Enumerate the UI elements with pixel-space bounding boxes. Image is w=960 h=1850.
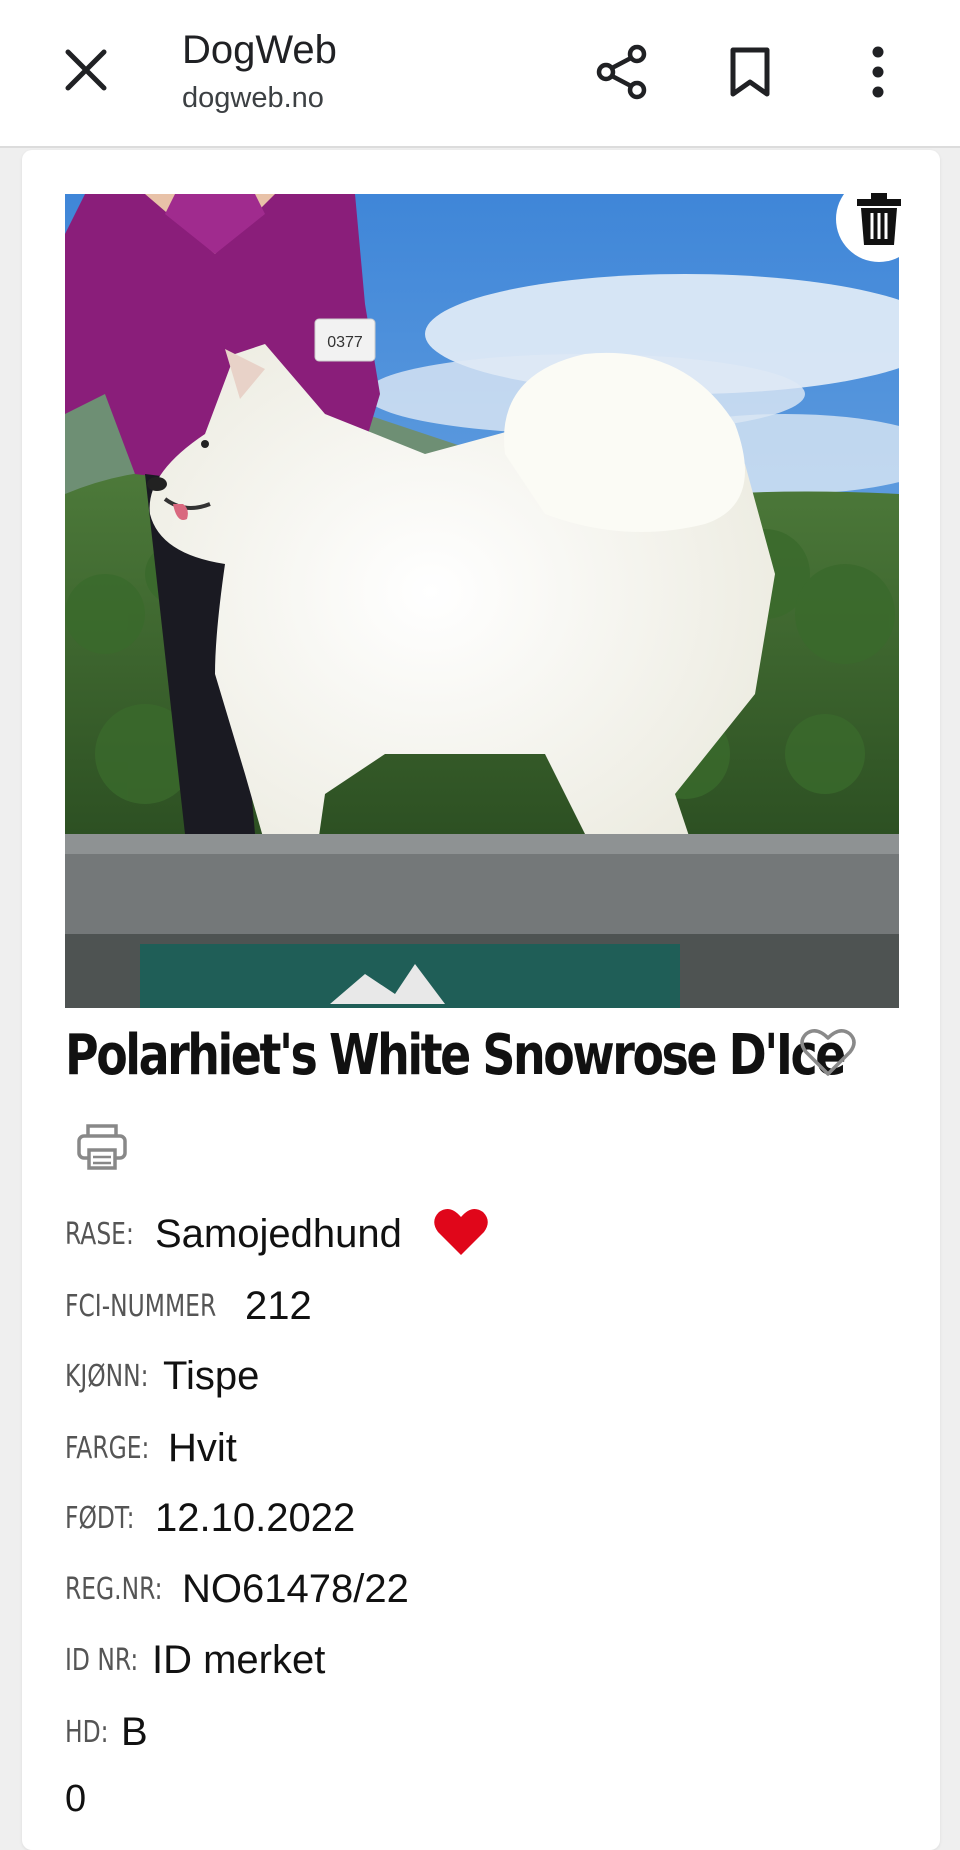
share-icon: [596, 44, 647, 100]
fci-number-label: FCI-NUMMER: [65, 1288, 217, 1324]
more-vertical-icon: [872, 46, 884, 98]
id-number-label: ID NR:: [65, 1642, 139, 1678]
fci-number-value: 212: [245, 1283, 312, 1328]
hd-value: B: [121, 1709, 148, 1754]
site-url: dogweb.no: [182, 82, 324, 114]
color-label: FARGE:: [65, 1430, 150, 1466]
site-info: DogWeb dogweb.no: [182, 26, 337, 118]
close-button[interactable]: [56, 40, 116, 100]
reg-number-row: REG.NR: NO61478/22: [65, 1564, 409, 1614]
dog-photo: 0377: [65, 194, 899, 1008]
breed-value[interactable]: Samojedhund: [155, 1212, 402, 1257]
more-options-button[interactable]: [846, 40, 910, 104]
bookmark-icon: [730, 47, 770, 97]
favorite-button[interactable]: [800, 1028, 860, 1084]
extra-value: 0: [65, 1778, 87, 1820]
gender-row: KJØNN: Tispe: [65, 1351, 259, 1401]
number-tag: 0377: [327, 334, 363, 351]
gender-label: KJØNN:: [65, 1358, 149, 1394]
site-title: DogWeb: [182, 28, 337, 72]
id-number-row: ID NR: ID merket: [65, 1635, 325, 1685]
delete-button[interactable]: [836, 176, 922, 262]
id-number-value: ID merket: [152, 1637, 326, 1682]
hd-label: HD:: [65, 1714, 109, 1750]
birth-date-value: 12.10.2022: [155, 1495, 356, 1540]
hd-row: HD: B: [65, 1707, 148, 1757]
close-icon: [65, 49, 107, 91]
color-row: FARGE: Hvit: [65, 1423, 237, 1473]
color-value: Hvit: [168, 1425, 237, 1470]
heart-outline-icon: [800, 1029, 856, 1076]
dog-name-heading: Polarhiet's White Snowrose D'Ice: [65, 1023, 846, 1088]
printer-icon: [77, 1124, 127, 1170]
reg-number-label: REG.NR:: [65, 1571, 163, 1607]
birth-date-label: FØDT:: [65, 1500, 135, 1536]
birth-date-row: FØDT: 12.10.2022: [65, 1493, 355, 1543]
heart-icon: [434, 1208, 488, 1255]
reg-number-value: NO61478/22: [182, 1566, 409, 1611]
trash-icon: [857, 193, 901, 245]
gender-value: Tispe: [163, 1353, 260, 1398]
bookmark-button[interactable]: [718, 40, 782, 104]
fci-number-row: FCI-NUMMER 212: [65, 1281, 312, 1331]
breed-label: RASE:: [65, 1216, 134, 1252]
breed-row: RASE: Samojedhund: [65, 1208, 488, 1259]
print-button[interactable]: [76, 1122, 136, 1178]
browser-toolbar: DogWeb dogweb.no: [0, 0, 960, 148]
share-button[interactable]: [590, 40, 654, 104]
